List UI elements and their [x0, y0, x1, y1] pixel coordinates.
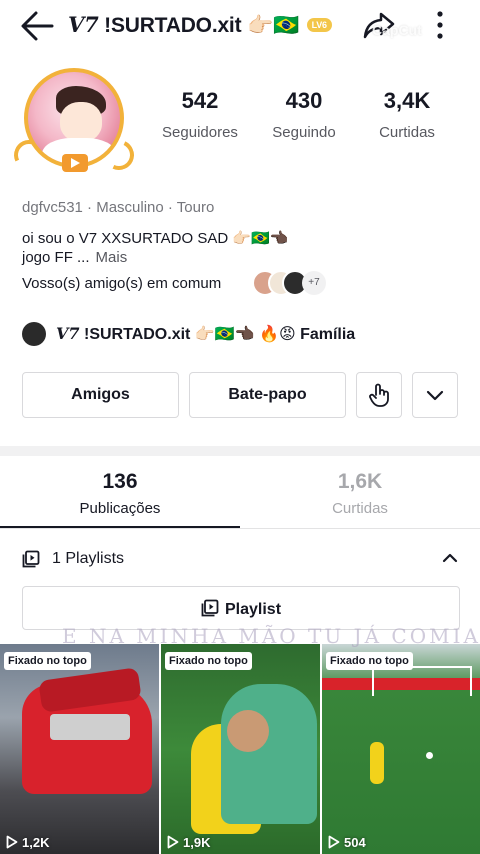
capcut-watermark: CapCut: [372, 22, 422, 38]
hand-pointer-icon: [369, 383, 389, 407]
tab-liked[interactable]: 1,6K Curtidas: [240, 470, 480, 517]
liked-count: 1,6K: [337, 470, 383, 493]
chat-button[interactable]: Bate-papo: [189, 372, 346, 418]
video-thumbnail[interactable]: Fixado no topo 1,2K: [0, 644, 159, 854]
playlist-button-label: Playlist: [224, 601, 282, 618]
live-play-icon: [62, 154, 88, 172]
following-count: 430: [285, 88, 323, 113]
bio-line-1: oi sou o V7 XXSURTADO SAD 👉🏻🇧🇷👈🏿: [22, 230, 289, 247]
profile-stats: 542 Seguidores 430 Seguindo 3,4K Curtida…: [150, 88, 480, 158]
tab-divider: [0, 528, 480, 529]
group-name-text: !SURTADO.xit 👉🏻🇧🇷👈🏿 🔥😡 Família: [84, 326, 356, 343]
more-options-icon[interactable]: [430, 8, 450, 42]
profile-title: V7 !SURTADO.xit 👉🏻🇧🇷 LV6: [68, 12, 332, 38]
bio-more-link[interactable]: Mais: [96, 249, 128, 266]
stat-likes[interactable]: 3,4K Curtidas: [364, 88, 450, 141]
profile-meta: dgfvc531 · Masculino · Touro: [22, 199, 215, 216]
playlist-icon: [22, 550, 40, 568]
video-thumbnail[interactable]: Fixado no topo 504: [322, 644, 480, 854]
play-icon: [167, 835, 179, 849]
likes-label: Curtidas: [379, 124, 435, 141]
level-badge: LV6: [306, 18, 332, 32]
top-bar: V7 !SURTADO.xit 👉🏻🇧🇷 LV6 CapCut: [0, 0, 480, 52]
playlists-count-label: 1 Playlists: [52, 550, 125, 567]
group-avatar: [22, 322, 46, 346]
playlist-button-content: Playlist: [201, 599, 281, 619]
group-link[interactable]: V7 !SURTADO.xit 👉🏻🇧🇷👈🏿 🔥😡 Família: [22, 322, 462, 346]
overlay-caption: E NA MINHA MÃO TU JÁ COMIA: [62, 624, 480, 648]
liked-label: Curtidas: [332, 500, 388, 517]
avatar-image: [24, 68, 124, 168]
mutual-friends-label[interactable]: Vosso(s) amigo(s) em comum: [22, 275, 221, 292]
view-count: 1,2K: [6, 835, 49, 850]
view-count-value: 1,2K: [22, 835, 50, 850]
posts-label: Publicações: [79, 500, 161, 517]
group-prefix: V7: [56, 324, 80, 343]
view-count: 504: [328, 835, 366, 850]
pinned-badge: Fixado no topo: [4, 652, 91, 670]
mutual-friends-avatars[interactable]: +7: [252, 270, 332, 298]
title-name: !SURTADO.xit: [104, 14, 242, 37]
chevron-up-icon[interactable]: [442, 552, 458, 564]
bio-line-2: jogo FF ... Mais: [22, 249, 127, 266]
stat-following[interactable]: 430 Seguindo: [254, 88, 354, 141]
followers-count: 542: [181, 88, 219, 113]
pinned-badge: Fixado no topo: [165, 652, 252, 670]
title-emoji: 👉🏻🇧🇷: [247, 13, 299, 37]
followers-label: Seguidores: [162, 124, 238, 141]
following-label: Seguindo: [272, 124, 336, 141]
chevron-down-icon: [426, 390, 444, 401]
likes-count: 3,4K: [383, 88, 431, 113]
mutual-more-count: +7: [302, 271, 326, 295]
section-divider: [0, 446, 480, 456]
tab-posts[interactable]: 136 Publicações: [0, 470, 240, 517]
poke-button[interactable]: [356, 372, 402, 418]
view-count: 1,9K: [167, 835, 210, 850]
title-prefix: V7: [68, 12, 99, 37]
bio-line-2-text: jogo FF ...: [22, 249, 90, 266]
friends-button[interactable]: Amigos: [22, 372, 179, 418]
pinned-badge: Fixado no topo: [326, 652, 413, 670]
play-icon: [6, 835, 18, 849]
play-icon: [328, 835, 340, 849]
back-arrow-icon[interactable]: [18, 9, 58, 43]
posts-count: 136: [102, 470, 138, 493]
view-count-value: 1,9K: [183, 835, 211, 850]
view-count-value: 504: [344, 835, 366, 850]
group-name: V7 !SURTADO.xit 👉🏻🇧🇷👈🏿 🔥😡 Família: [56, 324, 355, 344]
playlist-icon: [201, 599, 219, 617]
expand-suggestions-button[interactable]: [412, 372, 458, 418]
profile-avatar[interactable]: [9, 62, 139, 178]
playlists-header[interactable]: 1 Playlists: [0, 540, 480, 578]
stat-followers[interactable]: 542 Seguidores: [150, 88, 250, 141]
video-thumbnail[interactable]: Fixado no topo 1,9K: [161, 644, 320, 854]
